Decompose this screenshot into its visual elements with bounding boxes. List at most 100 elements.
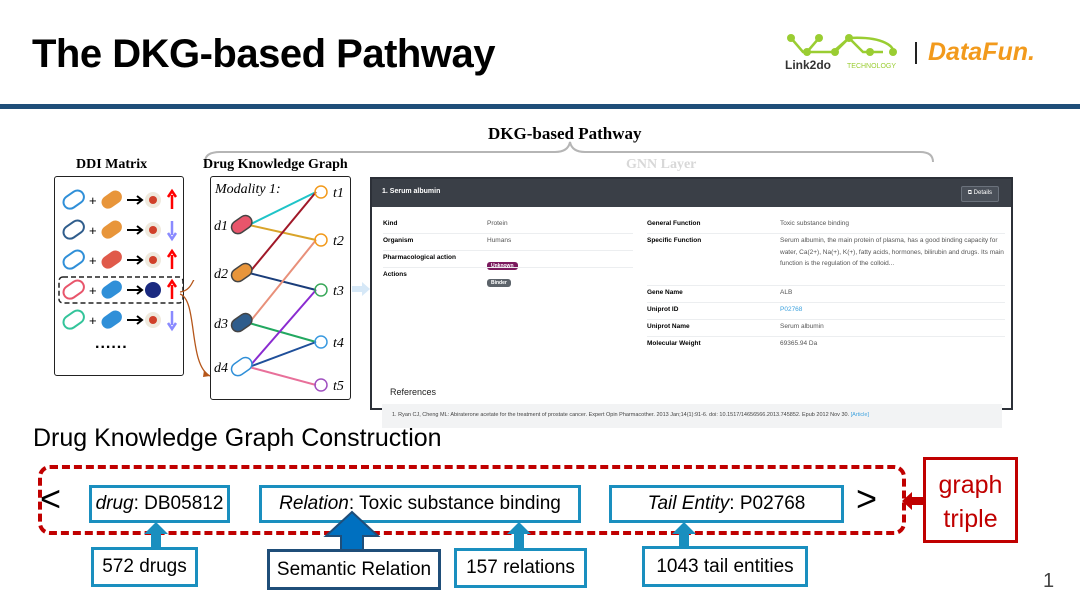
arrow-icon <box>127 315 144 325</box>
status-badge: Unknown <box>487 262 518 270</box>
ddi-matrix: + + + + + ...... <box>54 176 184 376</box>
field-key: Kind <box>383 220 398 227</box>
article-link[interactable]: [Article] <box>851 412 869 418</box>
ddi-ellipsis: ...... <box>95 335 128 352</box>
target-label: t5 <box>333 379 344 394</box>
details-button[interactable]: ⧉ Details <box>960 186 999 202</box>
dkg-graph: d1d2d3d4t1t2t3t4t5 <box>214 185 344 394</box>
target-detail-card: 1. Serum albumin ⧉ Details References 1.… <box>370 177 1013 428</box>
divider <box>647 336 1005 337</box>
drug-pill-icon <box>230 262 253 283</box>
field-key: Specific Function <box>647 237 702 244</box>
field-key: Gene Name <box>647 289 683 296</box>
target-icon <box>314 335 328 349</box>
pill-icon <box>101 310 122 329</box>
drug-knowledge-graph: Modality 1: d1 d2 d3 d4 t1 t2 t3 t4 t5 <box>210 176 351 400</box>
details-label: Details <box>973 190 992 196</box>
divider <box>647 285 1005 286</box>
decrease-arrow-icon <box>166 311 178 332</box>
field-key: General Function <box>647 220 701 227</box>
dkg-edge <box>248 239 317 324</box>
gnn-arrow-icon <box>352 282 370 296</box>
target-label: t2 <box>333 234 344 249</box>
field-value: Serum albumin <box>780 323 824 330</box>
target-icon <box>314 185 328 199</box>
field-key: Pharmacological action <box>383 254 456 261</box>
tail-label: Tail Entity <box>647 493 730 514</box>
arrow-icon <box>127 285 144 295</box>
plus-sign: + <box>89 223 97 238</box>
references-title: References <box>390 387 437 397</box>
head-icon <box>145 282 161 298</box>
reference-text: 1. Ryan CJ, Cheng ML: Abiraterone acetat… <box>392 412 850 418</box>
target-icon <box>314 233 328 247</box>
drugs-arrow-icon <box>144 522 168 534</box>
tail-value: : P02768 <box>729 493 806 514</box>
plus-sign: + <box>89 253 97 268</box>
thermometer-icon-glyph <box>149 226 157 234</box>
field-value: 69365.94 Da <box>780 340 818 347</box>
close-bracket: > <box>856 478 878 519</box>
target-label: t1 <box>333 186 344 201</box>
modality-label: Modality 1: <box>215 182 281 197</box>
arrow-icon <box>127 225 144 235</box>
graph-triple-box: graph triple <box>923 457 1018 543</box>
field-value: Serum albumin, the main protein of plasm… <box>780 237 1004 268</box>
triple-word: triple <box>943 505 998 533</box>
drug-value: : DB05812 <box>133 493 224 514</box>
link2do-logo: Link2do TECHNOLOGY <box>785 30 910 75</box>
graph-word: graph <box>938 471 1003 499</box>
arrow-icon <box>127 195 144 205</box>
drug-pill-icon <box>230 312 253 333</box>
body-icon-glyph <box>149 196 157 204</box>
target-label: t4 <box>333 336 344 351</box>
triple-arrow-icon <box>902 492 924 510</box>
field-badge: Unknown <box>487 254 518 272</box>
field-value: Humans <box>487 237 512 244</box>
divider <box>383 233 633 234</box>
divider <box>647 302 1005 303</box>
drug-count-box: 572 drugs <box>91 547 198 587</box>
increase-arrow-icon <box>166 278 178 299</box>
field-value: ALB <box>780 289 793 296</box>
pill-icon <box>62 279 85 300</box>
pill-icon <box>101 280 122 299</box>
target-icon <box>314 283 328 297</box>
field-key: Uniprot Name <box>647 323 690 330</box>
drug-pill-icon <box>230 214 253 235</box>
divider <box>383 267 633 268</box>
body-icon-glyph <box>149 316 157 324</box>
dkg-edge <box>248 322 317 343</box>
increase-arrow-icon <box>166 188 178 209</box>
plus-sign: + <box>89 283 97 298</box>
target-label: t3 <box>333 284 344 299</box>
tail-box: Tail Entity: P02768 <box>609 485 844 523</box>
semantic-relation-box: Semantic Relation <box>267 549 441 590</box>
gnn-label: GNN Layer <box>626 157 697 172</box>
relations-arrow-icon <box>507 522 531 534</box>
increase-arrow-icon <box>166 248 178 269</box>
field-value: Protein <box>487 220 508 227</box>
field-key: Actions <box>383 271 407 278</box>
dkg-edge <box>248 191 317 274</box>
divider <box>383 250 633 251</box>
field-key: Organism <box>383 237 414 244</box>
tails-arrow-icon <box>672 522 696 534</box>
pill-icon <box>101 250 122 269</box>
page-number: 1 <box>1043 570 1055 592</box>
thermometer-icon-glyph <box>149 256 157 264</box>
field-badge: Binder <box>487 271 511 289</box>
uniprot-link[interactable]: P02768 <box>780 304 1005 316</box>
reference-item: 1. Ryan CJ, Cheng ML: Abiraterone acetat… <box>382 404 1002 428</box>
divider <box>647 233 1005 234</box>
card-title: 1. Serum albumin <box>382 188 441 195</box>
tail-count-box: 1043 tail entities <box>642 546 808 587</box>
pill-icon <box>62 189 85 210</box>
divider <box>647 319 1005 320</box>
pill-icon <box>62 309 85 330</box>
drug-box: drug: DB05812 <box>89 485 230 523</box>
pill-icon <box>62 219 85 240</box>
relation-count-box: 157 relations <box>454 548 587 588</box>
dkg-edge <box>248 366 317 386</box>
relations-arrow-stem <box>514 533 524 549</box>
